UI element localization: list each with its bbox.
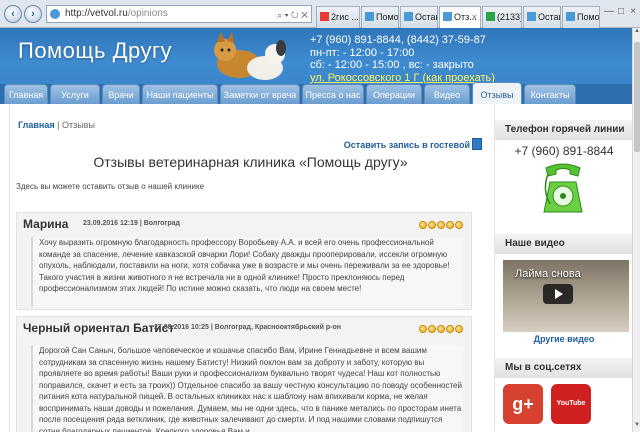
- review-text: Хочу выразить огромную благодарность про…: [31, 237, 463, 307]
- intro-text: Здесь вы можете оставить отзыв о нашей к…: [16, 182, 205, 191]
- rating-stars: [418, 220, 463, 232]
- yandex-icon: [320, 12, 329, 21]
- nav-contacts[interactable]: Контакты: [524, 84, 576, 104]
- nav-services[interactable]: Услуги: [50, 84, 100, 104]
- site-tab-icon: [443, 12, 452, 21]
- site-tab-icon: [404, 12, 413, 21]
- review-meta: 23.09.2016 12:19 | Волгоград: [83, 220, 180, 227]
- star-icon: [437, 325, 445, 333]
- site-header: Помощь Другу +7 (960) 891-8844, (8442) 3…: [0, 28, 632, 84]
- review-text: Дорогой Сан Саныч, большое человеческое …: [31, 345, 463, 432]
- star-icon: [419, 221, 427, 229]
- url-path: /opinions: [127, 8, 168, 19]
- scroll-up-icon[interactable]: ▲: [633, 28, 640, 38]
- hours-weekdays: пн-пт: - 12:00 - 17:00: [310, 46, 415, 59]
- browser-tab[interactable]: 2гис ...: [316, 6, 360, 28]
- star-icon: [419, 325, 427, 333]
- page-scrollbar[interactable]: ▲ ▼: [632, 28, 640, 432]
- scroll-thumb[interactable]: [634, 42, 640, 152]
- nav-press[interactable]: Пресса о нас: [302, 84, 364, 104]
- guestbook-link[interactable]: Оставить запись в гостевой: [344, 140, 470, 150]
- back-button[interactable]: ‹: [4, 5, 22, 23]
- youtube-icon[interactable]: YouTube: [551, 384, 591, 424]
- whatsapp-icon: [486, 12, 495, 21]
- review-meta: 27.08.2016 10:25 | Волгоград, Краснооктя…: [154, 324, 341, 331]
- url-host: http://vetvol.ru: [65, 8, 128, 19]
- browser-tab[interactable]: Остав...: [400, 6, 438, 28]
- nav-patients[interactable]: Наши пациенты: [142, 84, 218, 104]
- address-bar[interactable]: http://vetvol.ru/opinions ⌕ ▾ ↻ ✕: [46, 5, 312, 23]
- star-icon: [428, 325, 436, 333]
- close-tab-icon[interactable]: ×: [472, 7, 477, 27]
- breadcrumb: Главная | Отзывы: [18, 120, 95, 130]
- social-heading: Мы в соц.сетях: [495, 358, 633, 378]
- site-tab-icon: [566, 12, 575, 21]
- sidebar: Телефон горячей линии +7 (960) 891-8844 …: [494, 104, 633, 432]
- contact-info: +7 (960) 891-8844, (8442) 37-59-87 пн-пт…: [310, 34, 495, 84]
- rating-stars: [418, 324, 463, 336]
- hours-weekend: сб: - 12:00 - 15:00 , вс: - закрыто: [310, 59, 474, 71]
- browser-tab[interactable]: Помо...: [562, 6, 600, 28]
- more-videos-link[interactable]: Другие видео: [495, 334, 633, 344]
- scroll-down-icon[interactable]: ▼: [633, 422, 640, 432]
- star-icon: [446, 325, 454, 333]
- video-thumbnail[interactable]: Лайма снова: [503, 260, 629, 332]
- nav-reviews[interactable]: Отзывы: [472, 82, 522, 104]
- address-link[interactable]: ул. Рокоссовского 1 Г (как проехать): [310, 72, 495, 85]
- browser-tab[interactable]: Помо...: [361, 6, 399, 28]
- video-heading: Наше видео: [495, 234, 633, 254]
- breadcrumb-separator: |: [54, 120, 62, 130]
- nav-operations[interactable]: Операции: [366, 84, 422, 104]
- address-tools-icon[interactable]: ⌕ ▾ ↻ ✕: [277, 7, 308, 23]
- nav-notes[interactable]: Заметки от врача: [220, 84, 300, 104]
- browser-tab[interactable]: (2133) ...: [482, 6, 522, 28]
- guestbook-icon[interactable]: [472, 138, 482, 150]
- cat-dog-logo-icon: [214, 32, 286, 80]
- maximize-button[interactable]: □: [615, 6, 627, 20]
- hotline-heading: Телефон горячей линии: [495, 120, 633, 140]
- play-icon[interactable]: [543, 284, 573, 304]
- google-plus-icon[interactable]: g+: [503, 384, 543, 424]
- contact-phones: +7 (960) 891-8844, (8442) 37-59-87: [310, 34, 486, 46]
- telephone-icon: [543, 163, 583, 213]
- site-favicon-icon: [50, 9, 60, 19]
- close-window-button[interactable]: ×: [627, 6, 639, 20]
- site-title[interactable]: Помощь Другу: [18, 38, 172, 64]
- site-tab-icon: [527, 12, 536, 21]
- star-icon: [428, 221, 436, 229]
- breadcrumb-home-link[interactable]: Главная: [18, 120, 55, 130]
- breadcrumb-current: Отзывы: [61, 120, 95, 130]
- review-author: Черный ориентал Батист: [23, 321, 175, 335]
- page-title: Отзывы ветеринарная клиника «Помощь друг…: [93, 154, 408, 170]
- nav-home[interactable]: Главная: [4, 84, 48, 104]
- hotline-phone[interactable]: +7 (960) 891-8844: [495, 144, 633, 158]
- browser-toolbar: ‹ › http://vetvol.ru/opinions ⌕ ▾ ↻ ✕ 2г…: [0, 0, 640, 28]
- nav-doctors[interactable]: Врачи: [102, 84, 140, 104]
- forward-button[interactable]: ›: [24, 5, 42, 23]
- star-icon: [446, 221, 454, 229]
- star-icon: [437, 221, 445, 229]
- review-card: Марина 23.09.2016 12:19 | Волгоград Хочу…: [16, 212, 472, 310]
- star-icon: [455, 325, 463, 333]
- browser-tab[interactable]: Остав...: [523, 6, 561, 28]
- review-author: Марина: [23, 217, 69, 231]
- site-tab-icon: [365, 12, 374, 21]
- star-icon: [455, 221, 463, 229]
- main-nav: Главная Услуги Врачи Наши пациенты Замет…: [0, 82, 632, 104]
- nav-video[interactable]: Видео: [424, 84, 470, 104]
- main-content: Главная | Отзывы Оставить запись в госте…: [9, 104, 490, 432]
- minimize-button[interactable]: —: [603, 6, 615, 20]
- video-title: Лайма снова: [515, 268, 581, 280]
- review-card: Черный ориентал Батист 27.08.2016 10:25 …: [16, 316, 472, 432]
- browser-tab-active[interactable]: Отз... ×: [439, 6, 481, 28]
